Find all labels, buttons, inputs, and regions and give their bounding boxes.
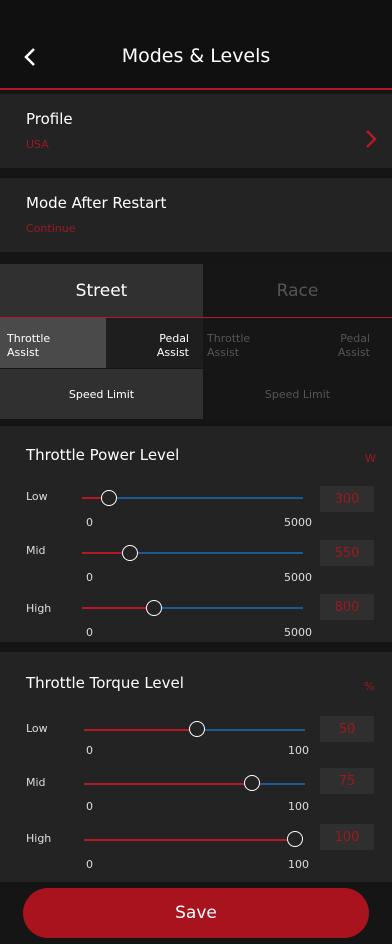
slider-track	[154, 607, 303, 609]
slider-min: 0	[86, 858, 93, 871]
slider-thumb[interactable]	[244, 775, 260, 791]
slider-min: 0	[86, 744, 93, 757]
profile-value: USA	[26, 138, 49, 151]
slider-track	[196, 729, 305, 731]
mode-after-restart-value: Continue	[26, 222, 76, 235]
value-input[interactable]: 300	[320, 486, 374, 512]
subtab-label: Pedal Assist	[337, 332, 370, 359]
slider-label: High	[26, 602, 52, 615]
slider-thumb[interactable]	[101, 490, 117, 506]
slider-min: 0	[86, 800, 93, 813]
slider-max: 5000	[284, 571, 312, 584]
mode-after-restart-label: Mode After Restart	[26, 194, 167, 212]
slider-label: Low	[26, 722, 48, 735]
throttle-torque-section: Throttle Torque Level % Low 0 100 50 Mid…	[0, 652, 392, 882]
slider-max: 100	[288, 800, 309, 813]
chevron-right-icon[interactable]	[364, 128, 378, 150]
tab-race[interactable]: Race	[203, 264, 392, 318]
value-input[interactable]: 550	[320, 540, 374, 566]
slider-max: 100	[288, 744, 309, 757]
value-input[interactable]: 100	[320, 824, 374, 850]
slider-label: Low	[26, 490, 48, 503]
subtab-street-pedal-assist[interactable]: Pedal Assist	[106, 318, 203, 368]
section-title: Throttle Power Level	[26, 446, 180, 464]
value-input[interactable]: 50	[320, 716, 374, 742]
torque-unit: %	[364, 680, 375, 693]
slider-track	[129, 552, 303, 554]
power-unit: W	[365, 452, 376, 465]
slider-thumb[interactable]	[287, 831, 303, 847]
slider-label: Mid	[26, 776, 46, 789]
speed-limit-street[interactable]: Speed Limit	[0, 369, 203, 419]
slider-track	[108, 497, 303, 499]
slider-label: High	[26, 832, 52, 845]
section-title: Throttle Torque Level	[26, 674, 184, 692]
slider-fill	[84, 783, 252, 785]
profile-label: Profile	[26, 110, 73, 128]
value-input[interactable]: 75	[320, 768, 374, 794]
mode-after-restart-row[interactable]: Mode After Restart Continue	[0, 178, 392, 252]
subtab-label: Throttle Assist	[7, 332, 51, 359]
speed-limit-race[interactable]: Speed Limit	[203, 369, 392, 419]
slider-label: Mid	[26, 544, 46, 557]
subtab-label: Pedal Assist	[156, 332, 189, 359]
save-button[interactable]: Save	[23, 888, 369, 938]
slider-thumb[interactable]	[122, 545, 138, 561]
subtab-label: Throttle Assist	[207, 332, 251, 359]
throttle-power-section: Throttle Power Level W Low 0 5000 300 Mi…	[0, 426, 392, 642]
subtab-race-pedal-assist[interactable]: Pedal Assist	[300, 318, 392, 368]
slider-fill	[84, 729, 196, 731]
subtab-street-throttle-assist[interactable]: Throttle Assist	[0, 318, 106, 368]
slider-max: 5000	[284, 516, 312, 529]
page-title: Modes & Levels	[121, 45, 271, 67]
profile-row[interactable]: Profile USA	[0, 94, 392, 168]
slider-fill	[84, 839, 298, 841]
slider-thumb[interactable]	[146, 600, 162, 616]
value-input[interactable]: 800	[320, 594, 374, 620]
slider-min: 0	[86, 571, 93, 584]
slider-max: 100	[288, 858, 309, 871]
slider-min: 0	[86, 626, 93, 639]
tab-street[interactable]: Street	[0, 264, 203, 318]
slider-thumb[interactable]	[189, 721, 205, 737]
slider-min: 0	[86, 516, 93, 529]
header-bar: Modes & Levels	[0, 0, 392, 90]
slider-fill	[82, 607, 154, 609]
slider-max: 5000	[284, 626, 312, 639]
subtab-race-throttle-assist[interactable]: Throttle Assist	[203, 318, 300, 368]
